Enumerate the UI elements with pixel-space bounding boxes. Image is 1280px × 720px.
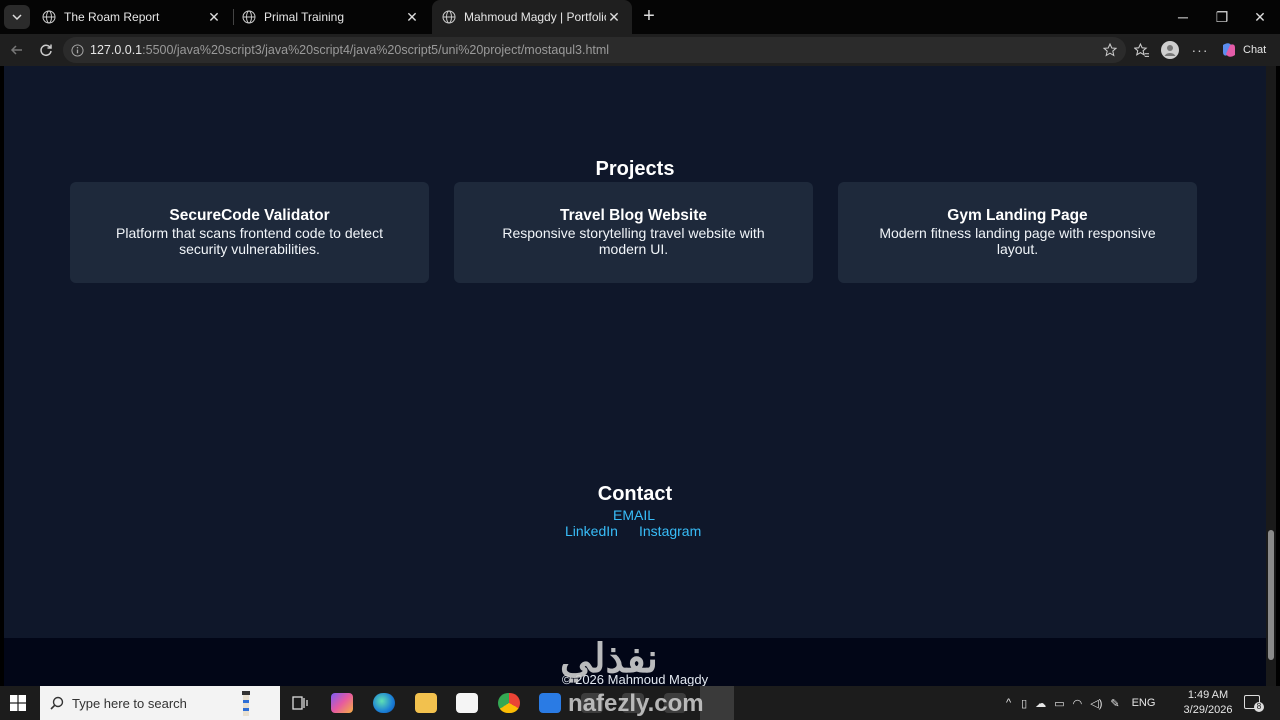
tab-portfolio[interactable]: Mahmoud Magdy | Portfolio ✕: [432, 0, 632, 34]
page-viewport: Projects SecureCode Validator Platform t…: [4, 66, 1266, 686]
taskbar-search-box[interactable]: Type here to search: [40, 686, 280, 720]
close-window-button[interactable]: ✕: [1240, 0, 1280, 34]
url-bar[interactable]: 127.0.0.1:5500/java%20script3/java%20scr…: [63, 37, 1126, 63]
vscode-icon[interactable]: [539, 693, 561, 713]
language-indicator[interactable]: ENG: [1132, 697, 1156, 709]
contact-heading: Contact: [597, 483, 673, 505]
system-tray: ^ ▯ ☁ ▭ ◠ ◁) ✎ ENG: [1006, 686, 1155, 720]
volume-icon[interactable]: ◁): [1090, 697, 1102, 710]
copilot-icon: [1223, 43, 1235, 57]
wifi-icon[interactable]: ◠: [1073, 697, 1083, 710]
watermark-arabic: نفذلي: [560, 637, 658, 681]
task-view-icon[interactable]: [289, 693, 311, 713]
notification-badge: 8: [1254, 702, 1264, 712]
close-tab-icon[interactable]: ✕: [606, 9, 622, 26]
email-link[interactable]: EMAIL: [613, 507, 655, 523]
project-card-travel-blog: Travel Blog Website Responsive storytell…: [454, 182, 813, 283]
address-bar-row: 127.0.0.1:5500/java%20script3/java%20scr…: [0, 34, 1280, 66]
tab-strip: The Roam Report ✕ Primal Training ✕ Mahm…: [0, 0, 1280, 34]
lighthouse-icon: [242, 691, 250, 716]
globe-icon: [242, 10, 256, 24]
project-card-securecode: SecureCode Validator Platform that scans…: [70, 182, 429, 283]
project-card-gym-landing: Gym Landing Page Modern fitness landing …: [838, 182, 1197, 283]
profile-button[interactable]: [1158, 39, 1182, 61]
taskbar-clock[interactable]: 1:49 AM 3/29/2026: [1180, 688, 1236, 718]
linkedin-link[interactable]: LinkedIn: [565, 523, 618, 539]
favorites-icon: [1133, 42, 1149, 57]
edge-icon[interactable]: [373, 693, 395, 713]
active-edge-app-icon[interactable]: [700, 686, 734, 720]
reload-button[interactable]: [34, 39, 58, 61]
favorites-button[interactable]: [1129, 39, 1153, 61]
tab-title: Mahmoud Magdy | Portfolio: [464, 10, 606, 24]
chevron-down-icon: [12, 14, 22, 21]
project-description: Responsive storytelling travel website w…: [502, 225, 765, 257]
scrollbar-thumb[interactable]: [1268, 530, 1274, 660]
instagram-link[interactable]: Instagram: [639, 523, 701, 539]
tab-roam-report[interactable]: The Roam Report ✕: [32, 0, 232, 34]
watermark-latin: nafezly.com: [568, 690, 704, 717]
device-icon[interactable]: ▯: [1021, 697, 1027, 710]
minimize-button[interactable]: ─: [1163, 0, 1203, 34]
pen-icon[interactable]: ✎: [1110, 697, 1119, 710]
project-description: Modern fitness landing page with respons…: [879, 225, 1156, 257]
close-tab-icon[interactable]: ✕: [206, 9, 222, 26]
project-title: SecureCode Validator: [169, 207, 330, 224]
projects-heading: Projects: [595, 158, 675, 180]
globe-icon: [442, 10, 456, 24]
more-menu-button[interactable]: ···: [1188, 39, 1212, 61]
copilot-taskbar-icon[interactable]: [331, 693, 353, 713]
chrome-icon[interactable]: [498, 693, 520, 713]
search-placeholder: Type here to search: [72, 695, 187, 711]
battery-icon[interactable]: ▭: [1054, 697, 1064, 710]
windows-start-icon[interactable]: [10, 695, 26, 711]
search-icon: [50, 696, 64, 710]
tab-title: Primal Training: [264, 10, 345, 24]
file-explorer-icon[interactable]: [415, 693, 437, 713]
arrow-left-icon: [10, 45, 22, 55]
chat-label: Chat: [1243, 44, 1267, 56]
maximize-button[interactable]: ❐: [1202, 0, 1242, 34]
tab-actions-menu-button[interactable]: [4, 5, 30, 29]
url-text: 127.0.0.1:5500/java%20script3/java%20scr…: [90, 43, 609, 57]
copilot-chat-button[interactable]: Chat: [1220, 39, 1266, 61]
url-host: 127.0.0.1: [90, 43, 143, 57]
globe-icon: [42, 10, 56, 24]
info-icon[interactable]: [71, 43, 84, 57]
back-button[interactable]: [5, 39, 29, 61]
project-title: Gym Landing Page: [947, 207, 1088, 224]
avatar-icon: [1161, 41, 1179, 59]
notifications-icon[interactable]: 8: [1244, 695, 1264, 712]
close-tab-icon[interactable]: ✕: [404, 9, 420, 26]
tab-title: The Roam Report: [64, 10, 160, 24]
tab-primal-training[interactable]: Primal Training ✕: [232, 0, 430, 34]
reload-icon: [40, 44, 52, 57]
new-tab-button[interactable]: +: [638, 5, 660, 27]
more-dots-icon: ···: [1191, 42, 1209, 58]
cloud-icon[interactable]: ☁: [1035, 697, 1046, 710]
url-path: :5500/java%20script3/java%20script4/java…: [142, 43, 610, 57]
clock-date: 3/29/2026: [1183, 704, 1233, 716]
project-description: Platform that scans frontend code to det…: [116, 225, 383, 257]
clock-time: 1:49 AM: [1187, 689, 1229, 701]
microsoft-store-icon[interactable]: [456, 693, 478, 713]
star-icon[interactable]: [1103, 43, 1117, 57]
project-title: Travel Blog Website: [559, 207, 707, 224]
chevron-up-icon[interactable]: ^: [1006, 697, 1011, 709]
